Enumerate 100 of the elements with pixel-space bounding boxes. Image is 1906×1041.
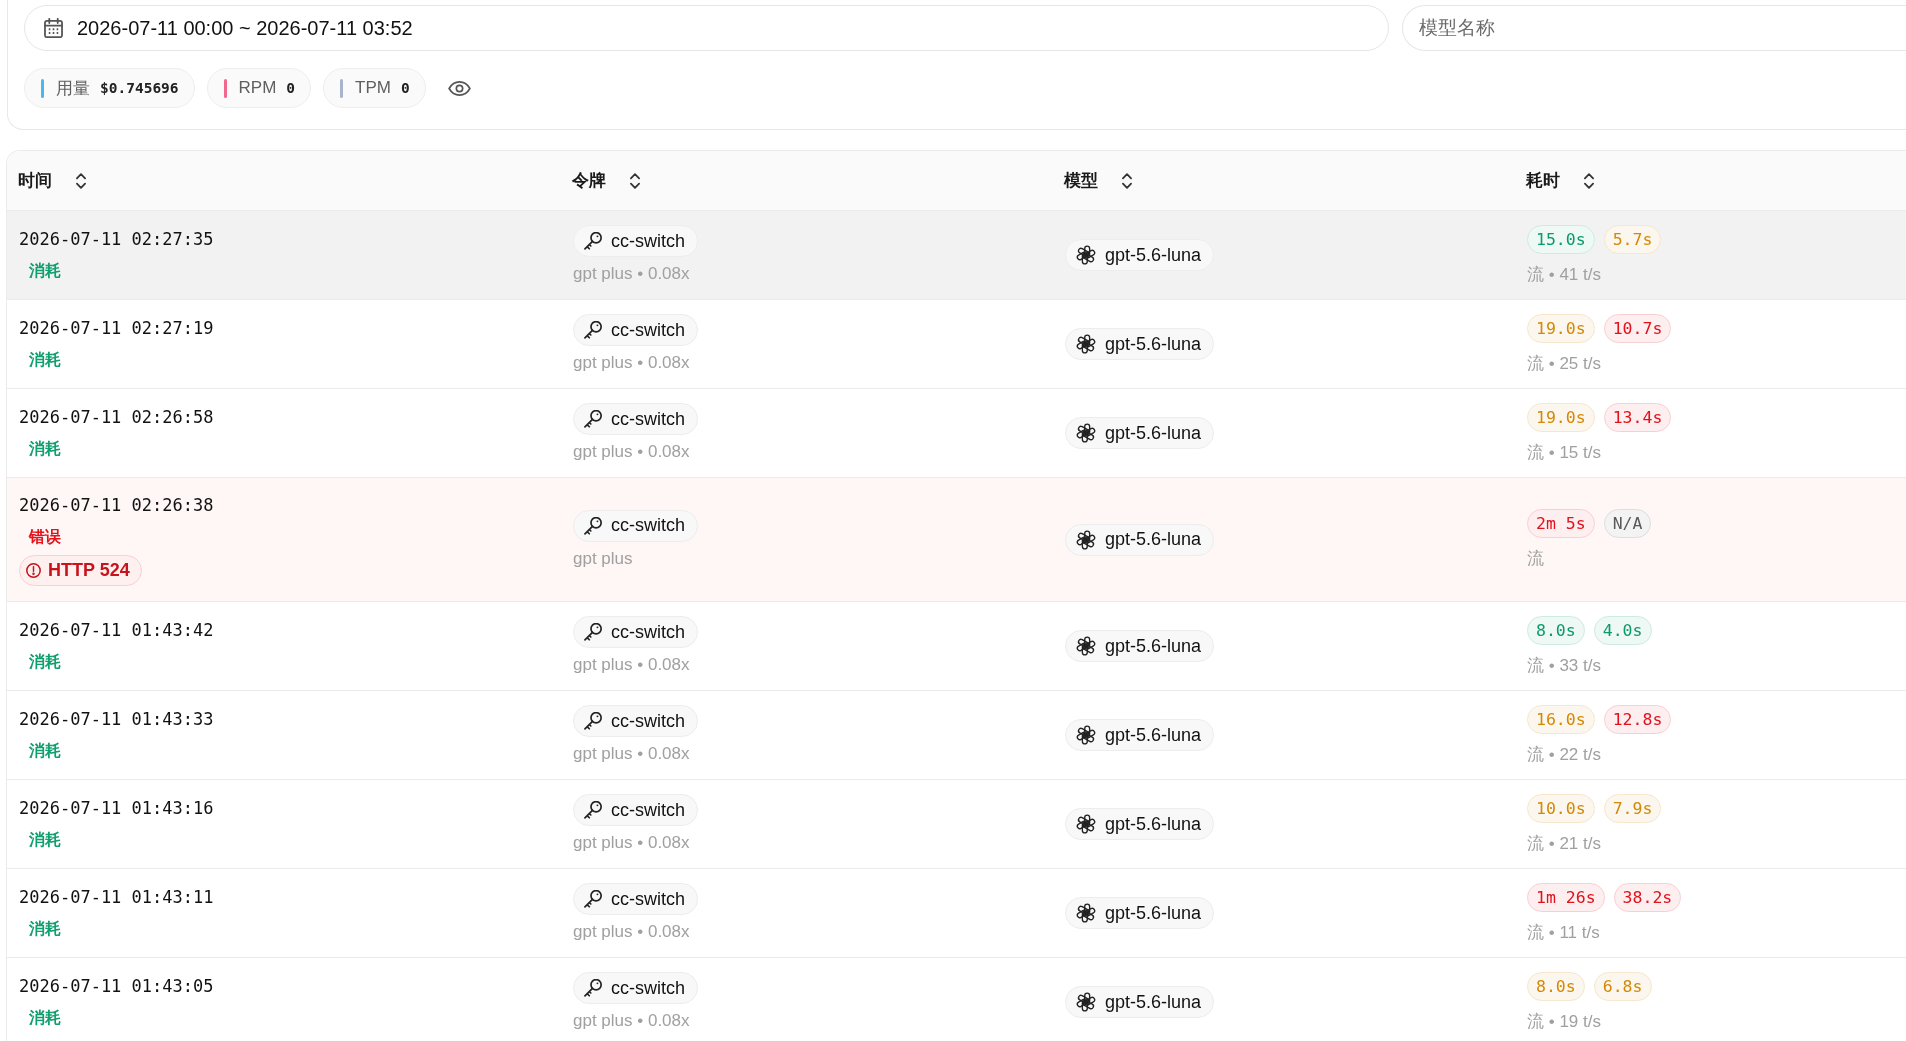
column-header: 耗时 (1526, 170, 1560, 192)
timestamp: 2026-07-11 02:26:58 (19, 406, 214, 429)
duration-badge: 10.0s (1527, 793, 1595, 823)
status-label: 消耗 (29, 261, 61, 281)
model-name: gpt-5.6-luna (1105, 902, 1202, 924)
key-icon (584, 890, 602, 908)
stream-info: 流 • 11 t/s (1527, 921, 1600, 944)
duration-badge: 38.2s (1613, 882, 1682, 912)
eye-icon[interactable] (447, 80, 471, 96)
model-name-field[interactable]: 模型名称 (1402, 5, 1906, 51)
key-icon (584, 979, 602, 997)
model-name: gpt-5.6-luna (1105, 813, 1202, 835)
model-name: gpt-5.6-luna (1105, 333, 1202, 355)
stat-label: TPM (355, 78, 391, 98)
duration-badge: N/A (1603, 509, 1652, 538)
timestamp: 2026-07-11 01:43:11 (19, 886, 214, 909)
model-name: gpt-5.6-luna (1105, 991, 1202, 1013)
stream-info: 流 • 19 t/s (1527, 1010, 1601, 1033)
duration-badge: 19.0s (1527, 313, 1595, 343)
token-detail: gpt plus • 0.08x (573, 832, 690, 854)
token-detail: gpt plus • 0.08x (573, 921, 690, 943)
duration-badge: 10.7s (1603, 313, 1672, 343)
token-name: cc-switch (611, 621, 685, 643)
token-name: cc-switch (611, 977, 685, 999)
stat-value: $0.745696 (100, 80, 179, 96)
status-label: 消耗 (29, 652, 61, 672)
token-name: cc-switch (611, 230, 685, 252)
flower-logo-icon (1076, 814, 1096, 834)
key-icon (584, 232, 602, 250)
stat-value: 0 (401, 80, 410, 96)
stat-label: 用量 (56, 77, 90, 100)
duration-badge: 6.8s (1593, 971, 1652, 1001)
flower-logo-icon (1076, 423, 1096, 443)
timestamp: 2026-07-11 01:43:16 (19, 797, 214, 820)
column-header: 模型 (1064, 170, 1098, 192)
timestamp: 2026-07-11 01:43:42 (19, 619, 214, 642)
sort-icon[interactable] (1584, 172, 1594, 189)
token-detail: gpt plus • 0.08x (573, 263, 690, 285)
token-name: cc-switch (611, 710, 685, 732)
timestamp: 2026-07-11 02:27:19 (19, 317, 214, 340)
key-icon (584, 321, 602, 339)
duration-badge: 1m 26s (1527, 882, 1605, 912)
duration-badge: 12.8s (1603, 704, 1672, 734)
token-detail: gpt plus • 0.08x (573, 441, 690, 463)
token-name: cc-switch (611, 799, 685, 821)
duration-badge: 16.0s (1527, 704, 1595, 734)
status-label: 错误 (29, 527, 61, 547)
stream-info: 流 • 33 t/s (1527, 654, 1601, 677)
flower-logo-icon (1076, 636, 1096, 656)
duration-badge: 8.0s (1527, 971, 1585, 1001)
timestamp: 2026-07-11 01:43:33 (19, 708, 214, 731)
stream-info: 流 (1527, 548, 1544, 570)
duration-badge: 7.9s (1603, 793, 1662, 823)
key-icon (584, 623, 602, 641)
key-icon (584, 516, 602, 535)
token-name: cc-switch (611, 515, 685, 536)
stat-label: RPM (238, 78, 277, 98)
flower-logo-icon (1076, 334, 1096, 354)
stream-info: 流 • 21 t/s (1527, 832, 1601, 855)
alert-circle-icon (26, 563, 41, 578)
token-detail: gpt plus (573, 547, 633, 570)
status-label: 消耗 (29, 350, 61, 370)
duration-badge: 15.0s (1527, 224, 1595, 254)
stream-info: 流 • 41 t/s (1527, 263, 1601, 286)
key-icon (584, 410, 602, 428)
stream-info: 流 • 15 t/s (1527, 441, 1601, 464)
sort-icon[interactable] (630, 172, 640, 189)
status-label: 消耗 (29, 439, 61, 459)
duration-badge: 13.4s (1603, 402, 1672, 432)
duration-badge: 8.0s (1527, 615, 1585, 645)
model-name: gpt-5.6-luna (1105, 422, 1202, 444)
stream-info: 流 • 22 t/s (1527, 743, 1601, 766)
key-icon (584, 801, 602, 819)
sort-icon[interactable] (1122, 172, 1132, 189)
token-name: cc-switch (611, 888, 685, 910)
column-header: 令牌 (572, 170, 606, 192)
column-header: 时间 (18, 170, 52, 192)
model-name: gpt-5.6-luna (1105, 529, 1202, 550)
stat-value: 0 (286, 80, 296, 96)
flower-logo-icon (1076, 903, 1096, 923)
timestamp: 2026-07-11 02:26:38 (19, 494, 214, 517)
duration-badge: 2m 5s (1527, 509, 1595, 538)
flower-logo-icon (1076, 992, 1096, 1012)
key-icon (584, 712, 602, 730)
status-label: 消耗 (29, 1008, 61, 1028)
token-detail: gpt plus • 0.08x (573, 1010, 690, 1032)
status-label: 消耗 (29, 919, 61, 939)
flower-logo-icon (1076, 725, 1096, 745)
duration-badge: 19.0s (1527, 402, 1595, 432)
sort-icon[interactable] (76, 172, 86, 189)
flower-logo-icon (1076, 529, 1096, 550)
flower-logo-icon (1076, 245, 1096, 265)
duration-badge: 4.0s (1593, 615, 1652, 645)
error-code: HTTP 524 (48, 560, 130, 581)
status-label: 消耗 (29, 741, 61, 761)
timestamp: 2026-07-11 02:27:35 (19, 228, 214, 251)
token-name: cc-switch (611, 319, 685, 341)
duration-badge: 5.7s (1603, 224, 1662, 254)
token-detail: gpt plus • 0.08x (573, 654, 690, 676)
model-name: gpt-5.6-luna (1105, 244, 1202, 266)
